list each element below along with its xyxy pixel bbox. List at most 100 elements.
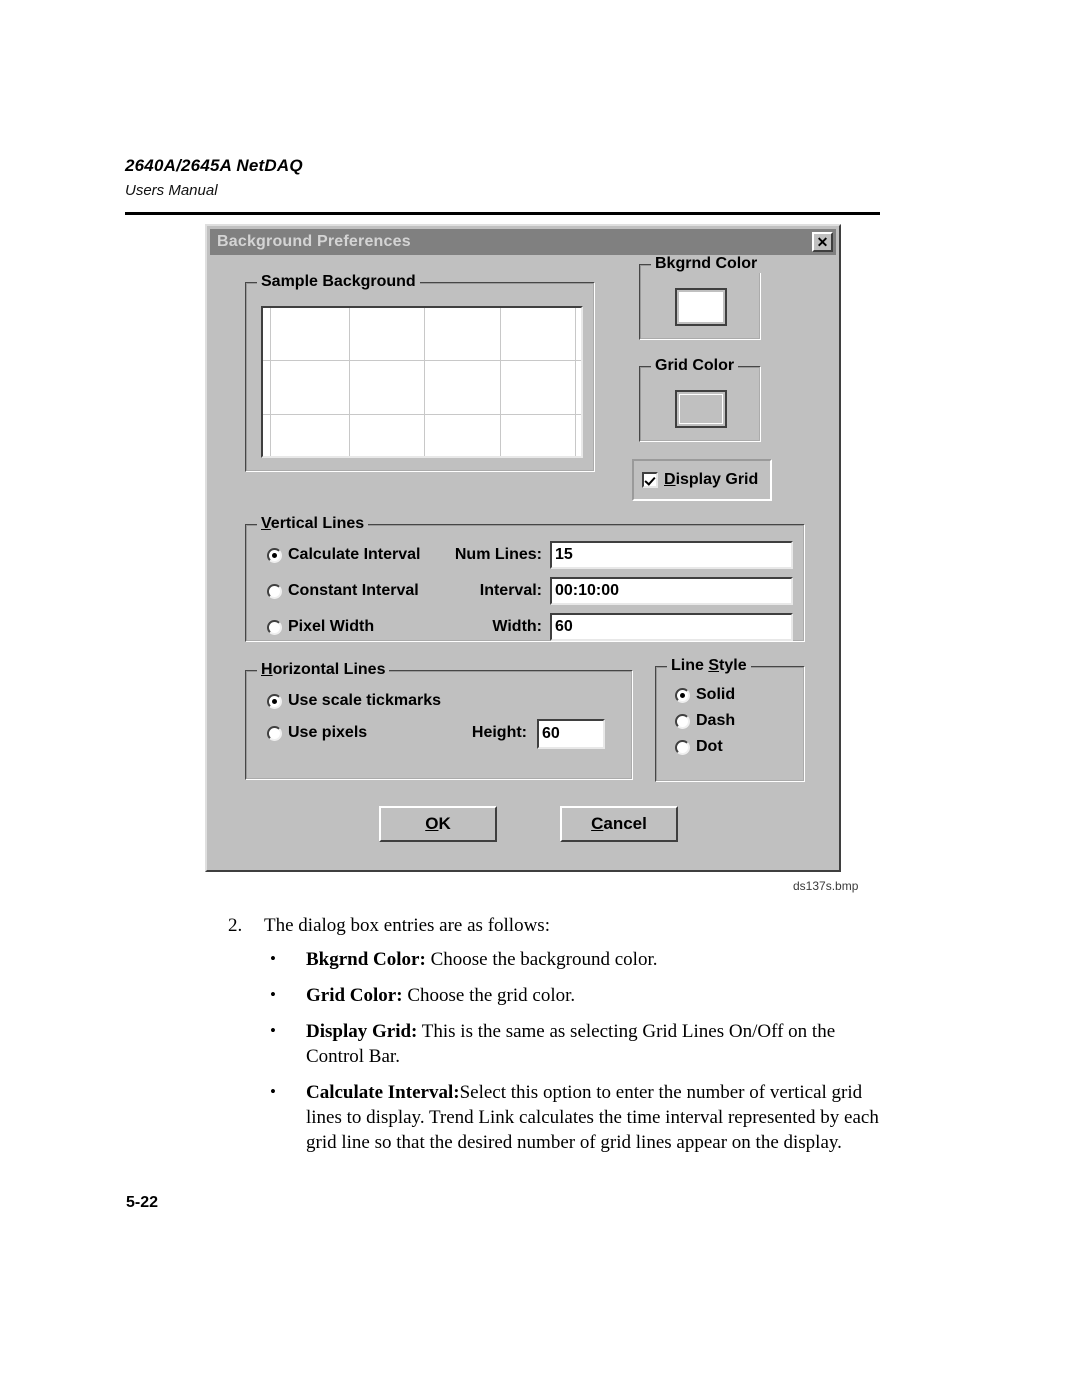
num-lines-input[interactable]: 15 bbox=[550, 541, 793, 569]
sample-background-group: Sample Background bbox=[245, 273, 595, 472]
list-item: • Calculate Interval:Select this option … bbox=[228, 1080, 888, 1155]
display-grid-checkbox[interactable] bbox=[642, 472, 658, 488]
radio-calculate-interval[interactable]: Calculate Interval bbox=[267, 546, 421, 564]
bullet-icon: • bbox=[270, 1021, 276, 1040]
bkgrnd-color-swatch[interactable] bbox=[675, 288, 727, 326]
manual-title: 2640A/2645A NetDAQ bbox=[125, 156, 303, 175]
radio-dash-indicator[interactable] bbox=[675, 713, 690, 729]
sample-background-preview bbox=[261, 306, 583, 458]
line-style-accel: S bbox=[708, 657, 720, 674]
radio-dash-label: Dash bbox=[696, 712, 736, 729]
sample-background-legend: Sample Background bbox=[257, 273, 420, 291]
bullet-term: Display Grid: bbox=[306, 1021, 418, 1042]
horizontal-lines-group: Horizontal Lines Use scale tickmarks Use… bbox=[245, 661, 633, 780]
radio-pixel-width-indicator[interactable] bbox=[267, 619, 282, 635]
bullet-icon: • bbox=[270, 985, 276, 1004]
background-preferences-dialog: Background Preferences ✕ Sample Backgrou… bbox=[205, 224, 841, 872]
radio-use-pixels-label: Use pixels bbox=[288, 724, 368, 741]
vertical-lines-legend: Vertical Lines bbox=[257, 515, 369, 533]
vertical-lines-legend-rest: ertical Lines bbox=[270, 515, 365, 532]
radio-pixel-width[interactable]: Pixel Width bbox=[267, 618, 374, 636]
bullet-term: Grid Color: bbox=[306, 985, 403, 1006]
radio-use-pixels[interactable]: Use pixels bbox=[267, 724, 367, 742]
preview-vline bbox=[424, 308, 425, 456]
bkgrnd-color-group: Bkgrnd Color bbox=[639, 255, 762, 340]
cancel-button[interactable]: Cancel bbox=[560, 806, 678, 842]
radio-solid-label: Solid bbox=[696, 686, 736, 703]
radio-use-scale-tickmarks-label: Use scale tickmarks bbox=[288, 692, 441, 709]
bullet-text: Choose the background color. bbox=[425, 949, 658, 970]
bkgrnd-color-legend: Bkgrnd Color bbox=[651, 255, 762, 273]
line-style-group: Line Style Solid Dash Dot bbox=[655, 657, 805, 782]
display-grid-label: Display Grid bbox=[664, 471, 758, 489]
line-style-legend-rest: tyle bbox=[719, 657, 747, 674]
preview-vline bbox=[270, 308, 271, 456]
ok-accel: O bbox=[425, 814, 439, 833]
step-text: The dialog box entries are as follows: bbox=[264, 915, 550, 936]
interval-label: Interval: bbox=[479, 582, 542, 599]
radio-calculate-interval-label: Calculate Interval bbox=[288, 546, 421, 563]
line-style-legend-prefix: Line bbox=[671, 657, 709, 674]
ok-button[interactable]: OK bbox=[379, 806, 497, 842]
interval-input[interactable]: 00:10:00 bbox=[550, 577, 793, 605]
cancel-label-rest: ancel bbox=[603, 814, 647, 833]
radio-constant-interval[interactable]: Constant Interval bbox=[267, 582, 419, 600]
cancel-accel: C bbox=[591, 814, 604, 833]
radio-solid[interactable]: Solid bbox=[675, 686, 735, 704]
radio-use-scale-tickmarks-indicator[interactable] bbox=[267, 693, 282, 709]
display-grid-label-rest: isplay Grid bbox=[675, 471, 759, 488]
page-number: 5-22 bbox=[126, 1194, 159, 1211]
dialog-title: Background Preferences bbox=[217, 233, 411, 250]
width-input[interactable]: 60 bbox=[550, 613, 793, 641]
bullet-term: Calculate Interval: bbox=[306, 1082, 460, 1103]
vertical-lines-group: Vertical Lines Calculate Interval Consta… bbox=[245, 515, 805, 642]
page-header: 2640A/2645A NetDAQ Users Manual bbox=[125, 155, 880, 201]
preview-hline bbox=[263, 414, 581, 415]
preview-vline bbox=[500, 308, 501, 456]
line-style-legend: Line Style bbox=[667, 657, 751, 675]
step-item: 2. The dialog box entries are as follows… bbox=[228, 913, 888, 938]
vertical-lines-accel: V bbox=[261, 515, 271, 532]
grid-color-fill bbox=[679, 394, 723, 424]
horizontal-lines-legend-rest: orizontal Lines bbox=[272, 661, 386, 678]
list-item: • Grid Color: Choose the grid color. bbox=[228, 983, 888, 1008]
bullet-term: Bkgrnd Color: bbox=[306, 949, 426, 970]
manual-subtitle: Users Manual bbox=[125, 182, 218, 199]
radio-dash[interactable]: Dash bbox=[675, 712, 735, 730]
height-label: Height: bbox=[471, 724, 527, 741]
display-grid-accel: D bbox=[664, 471, 676, 488]
bullet-text: Choose the grid color. bbox=[402, 985, 576, 1006]
radio-dot[interactable]: Dot bbox=[675, 738, 723, 756]
preview-vline bbox=[349, 308, 350, 456]
preview-hline bbox=[263, 360, 581, 361]
header-rule bbox=[125, 212, 880, 215]
bkgrnd-color-fill bbox=[679, 292, 723, 322]
ok-label-rest: K bbox=[438, 814, 451, 833]
width-label: Width: bbox=[492, 618, 542, 635]
grid-color-swatch[interactable] bbox=[675, 390, 727, 428]
step-number: 2. bbox=[228, 915, 243, 936]
radio-dot-label: Dot bbox=[696, 738, 723, 755]
bullet-icon: • bbox=[270, 1082, 276, 1101]
radio-constant-interval-indicator[interactable] bbox=[267, 583, 282, 599]
height-input[interactable]: 60 bbox=[537, 719, 605, 749]
grid-color-group: Grid Color bbox=[639, 357, 761, 442]
list-item: • Display Grid: This is the same as sele… bbox=[228, 1019, 888, 1069]
horizontal-lines-accel: H bbox=[261, 661, 273, 678]
list-item: • Bkgrnd Color: Choose the background co… bbox=[228, 947, 888, 972]
radio-solid-indicator[interactable] bbox=[675, 687, 690, 703]
close-icon[interactable]: ✕ bbox=[812, 232, 833, 252]
radio-calculate-interval-indicator[interactable] bbox=[267, 547, 282, 563]
radio-use-pixels-indicator[interactable] bbox=[267, 725, 282, 741]
display-grid-panel: Display Grid bbox=[632, 459, 772, 501]
grid-color-legend: Grid Color bbox=[651, 357, 739, 375]
radio-pixel-width-label: Pixel Width bbox=[288, 618, 375, 635]
body-content: 2. The dialog box entries are as follows… bbox=[228, 913, 888, 1166]
radio-dot-indicator[interactable] bbox=[675, 739, 690, 755]
num-lines-label: Num Lines: bbox=[454, 546, 542, 563]
dialog-titlebar[interactable]: Background Preferences ✕ bbox=[210, 229, 836, 255]
figure-caption: ds137s.bmp bbox=[793, 879, 859, 893]
preview-vline bbox=[575, 308, 576, 456]
radio-use-scale-tickmarks[interactable]: Use scale tickmarks bbox=[267, 692, 441, 710]
radio-constant-interval-label: Constant Interval bbox=[288, 582, 419, 599]
